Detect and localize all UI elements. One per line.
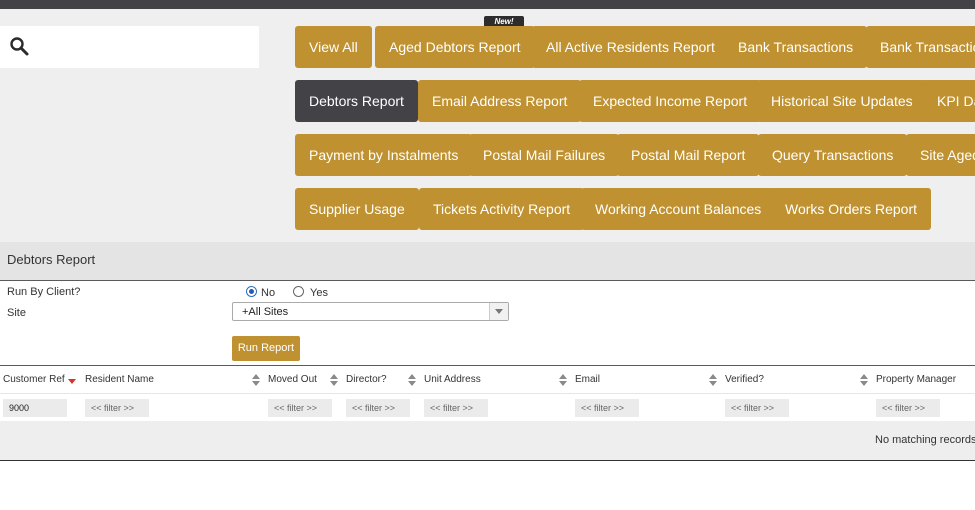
report-button-historical-site-updates[interactable]: Historical Site Updates [757, 80, 927, 122]
site-select[interactable]: +All Sites [232, 302, 509, 321]
sort-icon[interactable] [252, 374, 260, 386]
column-header-director[interactable]: Director? [346, 374, 387, 385]
report-button-postal-mail-failures[interactable]: Postal Mail Failures [469, 134, 620, 176]
sort-desc-icon[interactable] [68, 379, 76, 384]
table-bottom-border [0, 460, 975, 461]
report-button-working-account-balances[interactable]: Working Account Balances [581, 188, 776, 230]
report-button-email-address[interactable]: Email Address Report [418, 80, 582, 122]
run-by-client-label: Run By Client? [7, 286, 81, 298]
sort-icon[interactable] [330, 374, 338, 386]
report-button-postal-mail-report[interactable]: Postal Mail Report [617, 134, 760, 176]
report-button-all-active-residents[interactable]: All Active Residents Report [532, 26, 729, 68]
search-icon[interactable] [9, 36, 29, 56]
table-top-border [0, 365, 975, 366]
report-button-expected-income[interactable]: Expected Income Report [579, 80, 762, 122]
reports-panel: New! View All Aged Debtors Report All Ac… [0, 9, 975, 242]
radio-no[interactable] [246, 286, 257, 297]
table-empty-row [0, 421, 975, 460]
column-header-customer-ref[interactable]: Customer Ref [3, 374, 65, 385]
radio-yes[interactable] [293, 286, 304, 297]
header-divider [0, 393, 975, 394]
report-button-site-aged-debtors[interactable]: Site Aged Debtors [906, 134, 975, 176]
report-button-supplier-usage[interactable]: Supplier Usage [295, 188, 419, 230]
filter-customer-ref[interactable]: 9000 [3, 399, 67, 417]
filter-moved-out[interactable]: << filter >> [268, 399, 332, 417]
report-button-works-orders[interactable]: Works Orders Report [771, 188, 931, 230]
column-header-verified[interactable]: Verified? [725, 374, 764, 385]
column-header-property-manager[interactable]: Property Manager [876, 374, 956, 385]
sort-icon[interactable] [709, 374, 717, 386]
search-input[interactable] [38, 26, 257, 70]
report-button-debtors[interactable]: Debtors Report [295, 80, 418, 122]
filter-email[interactable]: << filter >> [575, 399, 639, 417]
filter-resident-name[interactable]: << filter >> [85, 399, 149, 417]
report-button-aged-debtors[interactable]: Aged Debtors Report [375, 26, 535, 68]
empty-message: No matching records found [875, 434, 975, 446]
filter-director[interactable]: << filter >> [346, 399, 410, 417]
column-header-resident-name[interactable]: Resident Name [85, 374, 154, 385]
filter-property-manager[interactable]: << filter >> [876, 399, 940, 417]
report-button-bank-transactions-2[interactable]: Bank Transactions [866, 26, 975, 68]
report-button-tickets-activity[interactable]: Tickets Activity Report [419, 188, 585, 230]
sort-icon[interactable] [559, 374, 567, 386]
filter-unit-address[interactable]: << filter >> [424, 399, 488, 417]
sort-icon[interactable] [860, 374, 868, 386]
report-button-payment-by-instalments[interactable]: Payment by Instalments [295, 134, 473, 176]
filter-verified[interactable]: << filter >> [725, 399, 789, 417]
column-header-moved-out[interactable]: Moved Out [268, 374, 317, 385]
site-label: Site [7, 307, 26, 319]
section-header: Debtors Report [0, 242, 975, 281]
radio-yes-label[interactable]: Yes [310, 287, 328, 299]
top-bar [0, 0, 975, 9]
run-report-button[interactable]: Run Report [232, 336, 300, 361]
chevron-down-icon[interactable] [489, 303, 508, 320]
column-header-unit-address[interactable]: Unit Address [424, 374, 481, 385]
sort-icon[interactable] [408, 374, 416, 386]
report-button-bank-transactions[interactable]: Bank Transactions [724, 26, 868, 68]
report-button-query-transactions[interactable]: Query Transactions [758, 134, 908, 176]
section-title: Debtors Report [7, 252, 96, 267]
column-header-email[interactable]: Email [575, 374, 600, 385]
report-button-view-all[interactable]: View All [295, 26, 372, 68]
site-select-value: +All Sites [242, 306, 289, 318]
search-box[interactable] [0, 26, 259, 70]
report-button-kpi-dashboard[interactable]: KPI Dashboard [923, 80, 975, 122]
radio-no-label[interactable]: No [261, 287, 275, 299]
